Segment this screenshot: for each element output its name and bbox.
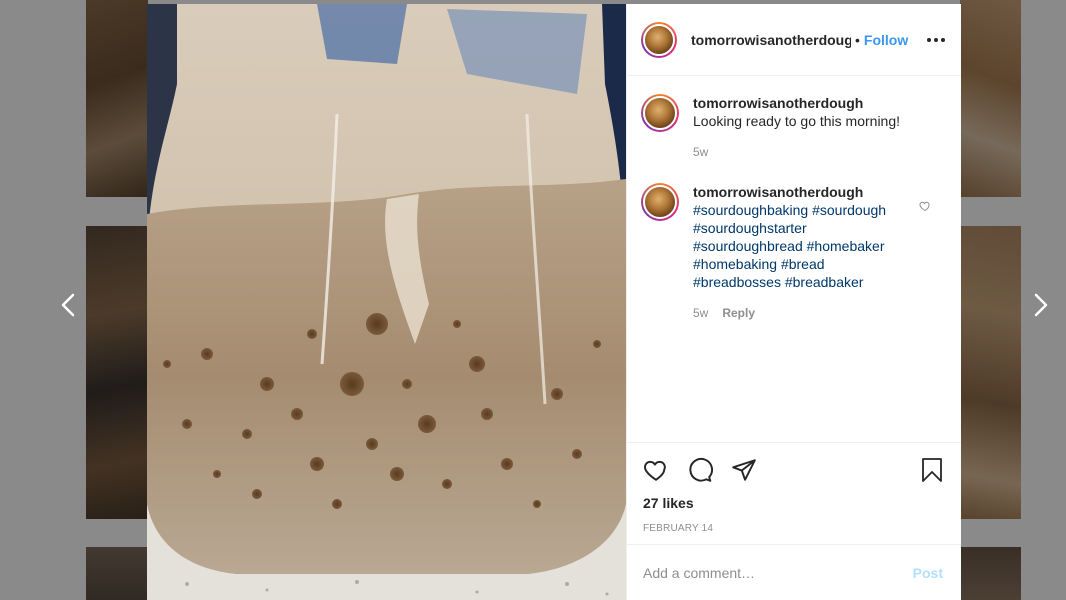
chevron-right-icon — [1034, 293, 1048, 317]
heart-icon — [644, 460, 666, 481]
like-button[interactable] — [643, 457, 669, 483]
sourdough-starter-jar-image — [147, 4, 626, 600]
comment-bubble-icon — [689, 457, 713, 482]
reply-button[interactable]: Reply — [722, 304, 755, 322]
avatar[interactable] — [641, 94, 679, 132]
heart-icon — [919, 201, 930, 212]
more-options-button[interactable] — [921, 32, 945, 48]
post-photo — [147, 4, 626, 600]
follow-button[interactable]: Follow — [864, 32, 908, 48]
background-post-tile — [86, 0, 148, 197]
comment-item: tomorrowisanotherdough #sourdoughbaking … — [641, 183, 945, 322]
avatar[interactable] — [641, 183, 679, 221]
background-post-tile — [960, 226, 1021, 519]
comment-input[interactable] — [643, 564, 913, 581]
post-details-panel: tomorrowisanotherdoug • Follow tomorrowi… — [626, 4, 961, 600]
background-post-tile — [86, 226, 148, 519]
background-post-tile — [86, 547, 148, 600]
previous-post-button[interactable] — [56, 290, 80, 320]
background-post-tile — [960, 0, 1021, 197]
chevron-left-icon — [61, 293, 75, 317]
save-button[interactable] — [919, 457, 945, 483]
header-username[interactable]: tomorrowisanotherdoug — [691, 32, 851, 48]
caption-text: Looking ready to go this morning! — [693, 113, 901, 129]
post-actions: 27 likes FEBRUARY 14 — [627, 442, 961, 544]
caption-age: 5w — [693, 145, 709, 159]
paper-plane-icon — [732, 459, 756, 481]
caption-username[interactable]: tomorrowisanotherdough — [693, 95, 863, 111]
post-comment-button[interactable]: Post — [913, 565, 943, 581]
post-date[interactable]: FEBRUARY 14 — [643, 523, 945, 534]
comment-username[interactable]: tomorrowisanotherdough — [693, 184, 863, 200]
header-separator: • — [855, 31, 860, 48]
avatar[interactable] — [641, 21, 677, 58]
caption: tomorrowisanotherdough Looking ready to … — [641, 94, 945, 161]
comments-list: tomorrowisanotherdough Looking ready to … — [627, 76, 961, 442]
comment-button[interactable] — [687, 457, 713, 483]
comment-hashtags[interactable]: #sourdoughbaking #sourdough #sourdoughst… — [693, 202, 886, 290]
comment-age: 5w — [693, 306, 709, 320]
share-button[interactable] — [731, 457, 757, 483]
add-comment-bar: Post — [627, 544, 961, 600]
next-post-button[interactable] — [1029, 290, 1053, 320]
bookmark-icon — [922, 458, 942, 482]
likes-count[interactable]: 27 likes — [643, 495, 945, 511]
post-modal: tomorrowisanotherdoug • Follow tomorrowi… — [147, 4, 961, 600]
post-header: tomorrowisanotherdoug • Follow — [627, 4, 961, 76]
more-horizontal-icon — [927, 37, 931, 42]
background-post-tile — [960, 547, 1021, 600]
comment-like-button[interactable] — [919, 199, 931, 217]
